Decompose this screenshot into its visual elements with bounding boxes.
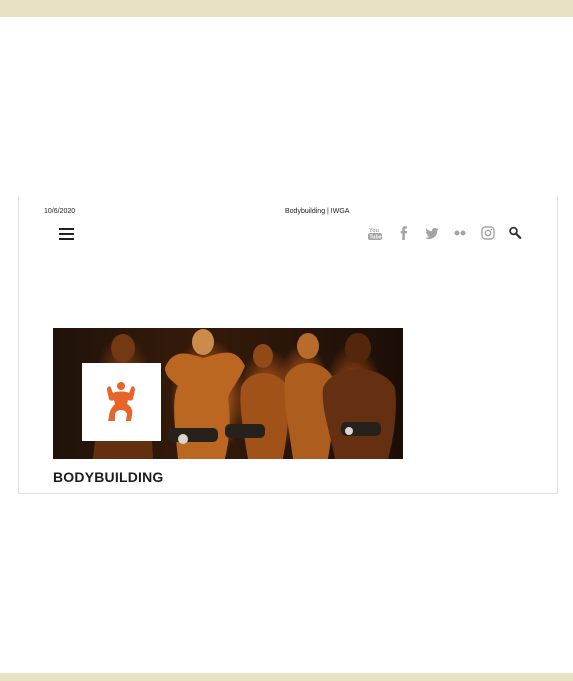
page-title: BODYBUILDING: [53, 469, 164, 485]
facebook-icon[interactable]: [396, 225, 412, 241]
print-date: 10/6/2020: [44, 208, 76, 215]
twitter-icon[interactable]: [424, 225, 440, 241]
svg-text:Tube: Tube: [370, 235, 382, 241]
sport-logo: [82, 363, 161, 441]
bodybuilding-figure-icon: [107, 382, 135, 421]
top-band: [0, 0, 573, 17]
search-icon[interactable]: [507, 225, 523, 241]
print-page-title: Bodybuilding | IWGA: [285, 208, 350, 215]
youtube-icon[interactable]: You Tube: [367, 225, 383, 241]
instagram-icon[interactable]: [480, 225, 496, 241]
flickr-icon[interactable]: [452, 225, 468, 241]
document-page: 10/6/2020 Bodybuilding | IWGA You Tube B…: [18, 197, 558, 494]
bottom-band: [0, 673, 573, 681]
menu-icon[interactable]: [59, 228, 74, 240]
